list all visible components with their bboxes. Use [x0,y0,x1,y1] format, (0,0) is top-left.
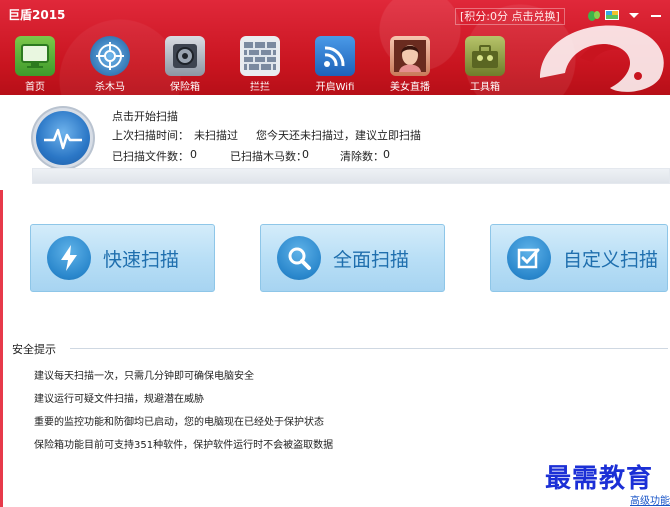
tip-item: 建议运行可疑文件扫描，规避潜在威胁 [34,394,204,405]
nav-label: 美女直播 [390,82,430,93]
watermark-text: 最需教育 [545,464,654,494]
main-nav: 首页 杀木马 保险箱 拦拦 开启Wifi 美女直播 工具箱 [0,34,540,94]
full-scan-button[interactable]: 全面扫描 [260,224,445,292]
firewall-icon [240,36,280,76]
nav-item-live[interactable]: 美女直播 [381,34,439,94]
lightning-icon [47,236,91,280]
title-bar: 巨盾2015 [积分:0分 点击兑换] 首页 杀木马 保险箱 拦拦 开启Wifi… [0,0,670,95]
files-scanned-label: 已扫描文件数： [112,150,189,163]
cleared-label: 清除数： [340,150,384,163]
last-scan-label: 上次扫描时间： [112,129,189,142]
safe-icon [165,36,205,76]
advanced-features-link[interactable]: 高级功能 [630,492,670,507]
nav-label: 首页 [25,82,45,93]
tip-item: 建议每天扫描一次，只需几分钟即可确保电脑安全 [34,371,254,382]
nav-item-kill-trojan[interactable]: 杀木马 [81,34,139,94]
tip-item: 保险箱功能目前可支持351种软件，保护软件运行时不会被盗取数据 [34,440,334,451]
security-tips-title: 安全提示 [12,341,62,357]
toolbox-icon [465,36,505,76]
nav-item-firewall[interactable]: 拦拦 [231,34,289,94]
nav-label: 开启Wifi [315,82,355,93]
custom-scan-button[interactable]: 自定义扫描 [490,224,668,292]
full-scan-label: 全面扫描 [333,248,410,271]
files-scanned-value: 0 [190,148,197,161]
checkbox-edit-icon [507,236,551,280]
nav-label: 工具箱 [470,82,500,93]
nav-item-home[interactable]: 首页 [6,34,64,94]
crosshair-icon [90,36,130,76]
quick-scan-label: 快速扫描 [103,248,180,271]
quick-scan-button[interactable]: 快速扫描 [30,224,215,292]
tips-divider [70,348,668,349]
nav-item-safe[interactable]: 保险箱 [156,34,214,94]
last-scan-value: 未扫描过 [194,129,238,142]
scan-advice: 您今天还未扫描过，建议立即扫描 [256,129,421,142]
tip-item: 重要的监控功能和防御均已启动，您的电脑现在已经处于保护状态 [34,417,324,428]
trojans-scanned-label: 已扫描木马数： [230,150,307,163]
scan-progress-bar [32,168,670,184]
magnifier-icon [277,236,321,280]
nav-label: 杀木马 [95,82,125,93]
nav-label: 保险箱 [170,82,200,93]
live-icon [390,36,430,76]
custom-scan-label: 自定义扫描 [563,248,659,271]
nav-item-toolbox[interactable]: 工具箱 [456,34,514,94]
app-title: 巨盾2015 [8,8,66,22]
scan-gauge-icon [36,111,90,165]
wifi-icon [315,36,355,76]
cleared-value: 0 [383,148,390,161]
start-scan-prompt[interactable]: 点击开始扫描 [112,108,178,124]
monitor-icon [15,36,55,76]
nav-item-wifi[interactable]: 开启Wifi [306,34,364,94]
trojans-scanned-value: 0 [302,148,309,161]
nav-label: 拦拦 [250,82,270,93]
goat-decoration-icon [540,25,664,92]
